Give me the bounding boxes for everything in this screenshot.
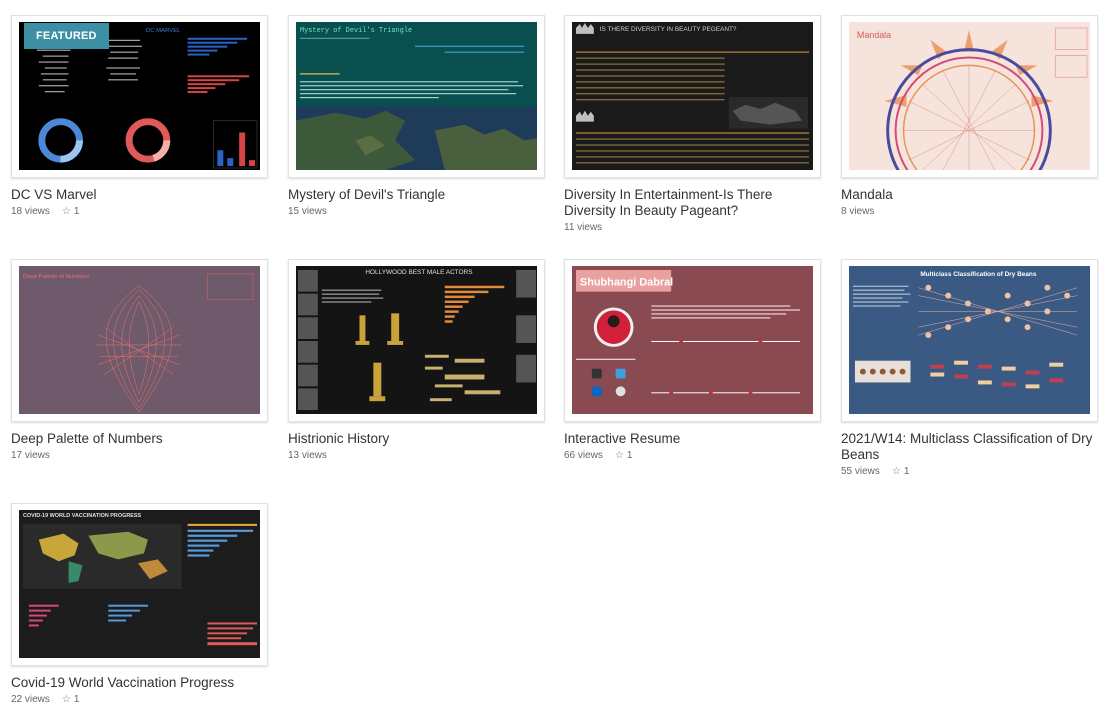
favorite-count: 1 xyxy=(626,450,633,461)
view-count: 8 views xyxy=(841,206,875,217)
featured-badge: FEATURED xyxy=(24,23,109,49)
preview-banner: DC MARVEL xyxy=(146,28,181,34)
workbook-title[interactable]: Diversity In Entertainment-Is There Dive… xyxy=(564,187,821,219)
workbook-meta: 22 views ☆ 1 xyxy=(11,694,268,705)
workbook-meta: 8 views xyxy=(841,206,1098,217)
workbook-meta: 17 views xyxy=(11,450,268,461)
view-count: 13 views xyxy=(288,450,327,461)
workbook-title[interactable]: DC VS Marvel xyxy=(11,187,268,203)
workbook-title[interactable]: Interactive Resume xyxy=(564,431,821,447)
star-icon: ☆ xyxy=(891,466,901,477)
beauty-pageant-preview: IS THERE DIVERSITY IN BEAUTY PEGEANT? xyxy=(572,22,813,170)
workbook-title[interactable]: Deep Palette of Numbers xyxy=(11,431,268,447)
workbook-thumbnail[interactable]: Deep Palette of Numbers xyxy=(11,259,268,422)
favorite-count-group[interactable]: ☆ 1 xyxy=(615,450,633,461)
workbook-thumbnail[interactable]: Shubhangi Dabral xyxy=(564,259,821,422)
workbook-meta: 13 views xyxy=(288,450,545,461)
view-count: 15 views xyxy=(288,206,327,217)
preview-banner: Deep Palette of Numbers xyxy=(23,274,90,280)
favorite-count: 1 xyxy=(73,694,80,705)
view-count: 66 views xyxy=(564,450,603,461)
preview-banner: COVID-19 WORLD VACCINATION PROGRESS xyxy=(23,513,142,519)
workbook-card[interactable]: Multiclass Classification of Dry Beans 2… xyxy=(841,259,1098,477)
workbook-meta: 66 views ☆ 1 xyxy=(564,450,821,461)
mandala-preview: Mandala xyxy=(849,22,1090,170)
favorite-count-group[interactable]: ☆ 1 xyxy=(62,694,80,705)
favorite-count-group[interactable]: ☆ 1 xyxy=(892,466,910,477)
workbook-title[interactable]: Mystery of Devil's Triangle xyxy=(288,187,545,203)
histrionic-history-preview: HOLLYWOOD BEST MALE ACTORS xyxy=(296,266,537,414)
workbook-thumbnail[interactable]: HOLLYWOOD BEST MALE ACTORS xyxy=(288,259,545,422)
workbook-thumbnail[interactable]: IS THERE DIVERSITY IN BEAUTY PEGEANT? xyxy=(564,15,821,178)
workbook-card[interactable]: COVID-19 WORLD VACCINATION PROGRESS Covi… xyxy=(11,503,268,705)
deep-palette-preview: Deep Palette of Numbers xyxy=(19,266,260,414)
dry-beans-preview: Multiclass Classification of Dry Beans xyxy=(849,266,1090,414)
view-count: 11 views xyxy=(564,222,603,233)
workbook-thumbnail[interactable]: Mystery of Devil's Triangle xyxy=(288,15,545,178)
preview-banner: HOLLYWOOD BEST MALE ACTORS xyxy=(365,269,472,276)
view-count: 17 views xyxy=(11,450,50,461)
favorite-count-group[interactable]: ☆ 1 xyxy=(62,206,80,217)
workbook-card[interactable]: Deep Palette of Numbers Deep Palette of … xyxy=(11,259,268,461)
preview-banner: Shubhangi Dabral xyxy=(580,277,673,289)
view-count: 18 views xyxy=(11,206,50,217)
workbook-meta: 18 views ☆ 1 xyxy=(11,206,268,217)
workbook-thumbnail[interactable]: COVID-19 WORLD VACCINATION PROGRESS xyxy=(11,503,268,666)
workbook-thumbnail[interactable]: Mandala xyxy=(841,15,1098,178)
workbook-title[interactable]: 2021/W14: Multiclass Classification of D… xyxy=(841,431,1098,463)
favorite-count: 1 xyxy=(73,206,80,217)
workbook-thumbnail[interactable]: Multiclass Classification of Dry Beans xyxy=(841,259,1098,422)
devils-triangle-preview: Mystery of Devil's Triangle xyxy=(296,22,537,170)
preview-banner: Mandala xyxy=(857,30,891,40)
workbook-title[interactable]: Covid-19 World Vaccination Progress xyxy=(11,675,268,691)
workbook-card[interactable]: HOLLYWOOD BEST MALE ACTORS Histrionic Hi… xyxy=(288,259,545,461)
workbook-gallery: FEATURED DC MARVEL DC VS Marvel 18 views… xyxy=(0,0,1112,709)
preview-banner: Mystery of Devil's Triangle xyxy=(300,27,412,35)
workbook-card[interactable]: Mystery of Devil's Triangle Mystery of D… xyxy=(288,15,545,217)
workbook-meta: 15 views xyxy=(288,206,545,217)
preview-banner: Multiclass Classification of Dry Beans xyxy=(920,271,1036,278)
workbook-meta: 55 views ☆ 1 xyxy=(841,466,1098,477)
favorite-count: 1 xyxy=(903,466,910,477)
view-count: 55 views xyxy=(841,466,880,477)
workbook-meta: 11 views xyxy=(564,222,821,233)
view-count: 22 views xyxy=(11,694,50,705)
star-icon: ☆ xyxy=(61,694,71,705)
workbook-card[interactable]: FEATURED DC MARVEL DC VS Marvel 18 views… xyxy=(11,15,268,217)
star-icon: ☆ xyxy=(61,206,71,217)
workbook-title[interactable]: Mandala xyxy=(841,187,1098,203)
interactive-resume-preview: Shubhangi Dabral xyxy=(572,266,813,414)
preview-banner: IS THERE DIVERSITY IN BEAUTY PEGEANT? xyxy=(600,26,737,33)
workbook-card[interactable]: Mandala Mandala 8 views xyxy=(841,15,1098,217)
workbook-title[interactable]: Histrionic History xyxy=(288,431,545,447)
covid-vaccination-preview: COVID-19 WORLD VACCINATION PROGRESS xyxy=(19,510,260,658)
star-icon: ☆ xyxy=(614,450,624,461)
workbook-card[interactable]: Shubhangi Dabral Interactive Resume 66 v… xyxy=(564,259,821,461)
workbook-card[interactable]: IS THERE DIVERSITY IN BEAUTY PEGEANT? Di… xyxy=(564,15,821,233)
